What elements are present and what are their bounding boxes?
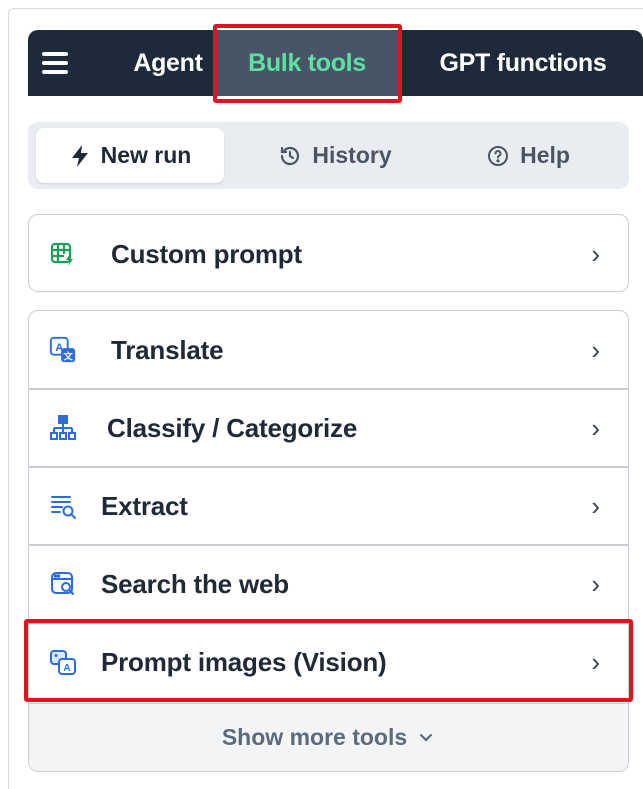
tool-row-translate[interactable]: A 文 Translate › — [29, 311, 628, 389]
bolt-icon — [69, 144, 91, 168]
chevron-right-icon: › — [591, 238, 600, 269]
extract-search-icon — [49, 492, 77, 520]
svg-text:A: A — [63, 663, 70, 674]
hierarchy-icon — [49, 414, 77, 442]
menu-icon[interactable] — [40, 48, 74, 78]
table-bolt-icon — [49, 240, 77, 268]
tool-label: Search the web — [101, 568, 289, 599]
tool-label: Translate — [111, 334, 224, 365]
history-button[interactable]: History — [250, 128, 420, 183]
run-mode-segmented-control: New run History Help — [28, 122, 629, 189]
tool-label: Classify / Categorize — [107, 412, 358, 443]
custom-prompt-label: Custom prompt — [111, 238, 302, 269]
show-more-label: Show more tools — [221, 724, 408, 750]
custom-prompt-row[interactable]: Custom prompt › — [29, 215, 628, 293]
chevron-down-icon — [417, 732, 435, 744]
new-run-label: New run — [100, 142, 192, 168]
tool-row-search-web[interactable]: Search the web › — [29, 545, 628, 623]
chevron-right-icon: › — [591, 412, 600, 443]
tool-row-classify[interactable]: Classify / Categorize › — [29, 389, 628, 467]
help-label: Help — [520, 142, 570, 168]
chevron-right-icon: › — [591, 490, 600, 521]
tool-row-extract[interactable]: Extract › — [29, 467, 628, 545]
svg-text:文: 文 — [62, 350, 73, 361]
image-prompt-icon: A — [49, 648, 77, 676]
tab-agent[interactable]: Agent — [108, 30, 228, 96]
chevron-right-icon: › — [591, 568, 600, 599]
tool-label: Prompt images (Vision) — [101, 646, 387, 677]
custom-prompt-card[interactable]: Custom prompt › — [28, 214, 629, 292]
tools-list-card: A 文 Translate › Classify / Categorize › — [28, 310, 629, 772]
tab-bulk-tools[interactable]: Bulk tools — [216, 30, 398, 96]
help-button[interactable]: Help — [458, 128, 598, 183]
translate-icon: A 文 — [49, 336, 77, 364]
top-navigation: Agent Bulk tools GPT functions — [28, 30, 643, 96]
chevron-right-icon: › — [591, 334, 600, 365]
chevron-right-icon: › — [591, 646, 600, 677]
history-label: History — [312, 142, 392, 168]
web-search-icon — [49, 570, 77, 598]
show-more-tools-button[interactable]: Show more tools — [29, 703, 628, 771]
history-icon — [278, 144, 302, 168]
new-run-button[interactable]: New run — [36, 128, 224, 183]
tool-row-prompt-images[interactable]: A Prompt images (Vision) › — [29, 623, 628, 701]
help-icon — [486, 144, 510, 168]
tab-gpt-functions[interactable]: GPT functions — [408, 30, 638, 96]
tool-label: Extract — [101, 490, 188, 521]
